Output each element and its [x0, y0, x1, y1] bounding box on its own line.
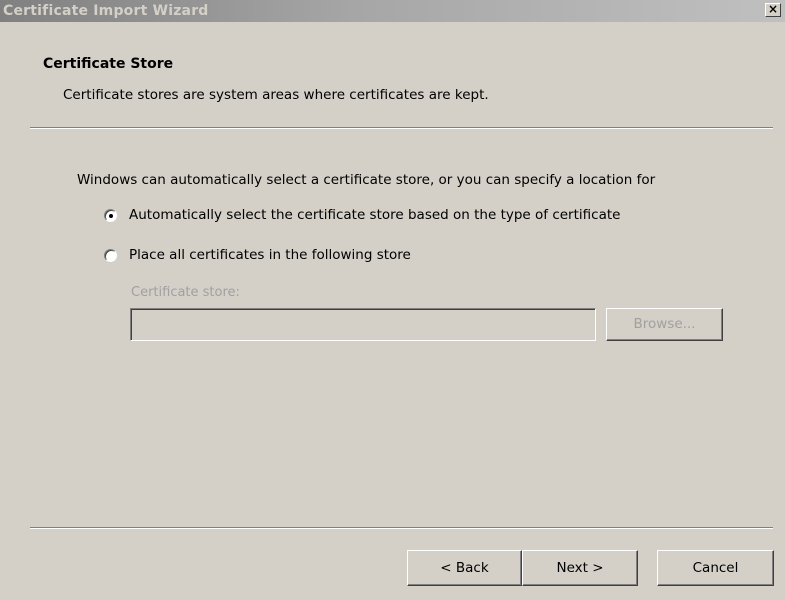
window-title: Certificate Import Wizard	[3, 3, 209, 19]
next-button[interactable]: Next >	[522, 550, 638, 586]
page-subtitle: Certificate stores are system areas wher…	[63, 87, 489, 103]
back-button[interactable]: < Back	[407, 550, 522, 586]
browse-button[interactable]: Browse...	[606, 308, 723, 341]
auto-select-store-option[interactable]: Automatically select the certificate sto…	[104, 205, 620, 225]
close-button[interactable]: ×	[765, 3, 781, 17]
place-in-store-radio[interactable]	[104, 248, 117, 262]
place-in-store-label[interactable]: Place all certificates in the following …	[129, 247, 411, 263]
footer-divider	[30, 527, 773, 529]
intro-text: Windows can automatically select a certi…	[77, 172, 656, 188]
place-in-store-option[interactable]: Place all certificates in the following …	[104, 245, 411, 265]
close-icon: ×	[767, 2, 779, 16]
certificate-import-wizard-dialog: Certificate Import Wizard × Certificate …	[0, 0, 785, 600]
title-bar[interactable]: Certificate Import Wizard ×	[0, 0, 785, 22]
cancel-button[interactable]: Cancel	[657, 550, 774, 586]
page-title: Certificate Store	[43, 56, 174, 72]
certificate-store-label: Certificate store:	[131, 285, 240, 300]
radio-selected-dot-icon	[109, 213, 113, 218]
header-divider	[30, 127, 773, 129]
certificate-store-field[interactable]	[130, 308, 596, 341]
auto-select-label[interactable]: Automatically select the certificate sto…	[129, 207, 620, 223]
auto-select-radio[interactable]	[104, 208, 117, 222]
